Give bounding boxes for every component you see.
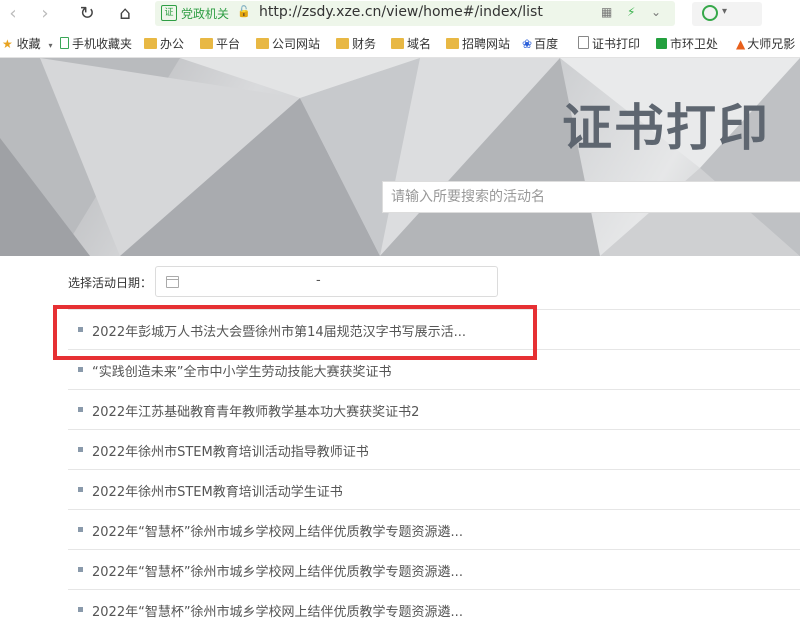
bullet-icon	[78, 487, 83, 492]
folder-icon	[336, 38, 349, 49]
bookmark-office[interactable]: 办公	[144, 36, 184, 52]
bullet-icon	[78, 567, 83, 572]
activity-search-input[interactable]	[382, 181, 800, 213]
activity-link[interactable]: 2022年徐州市STEM教育培训活动指导教师证书	[92, 441, 369, 460]
activity-link[interactable]: 2022年“智慧杯”徐州市城乡学校网上结伴优质教学专题资源遴...	[92, 561, 463, 580]
page-title: 证书打印	[562, 99, 770, 157]
activity-link[interactable]: 2022年江苏基础教育青年教师教学基本功大赛获奖证书2	[92, 401, 419, 420]
url-text[interactable]: http://zsdy.xze.cn/view/home#/index/list	[259, 4, 543, 20]
chevron-down-icon: ▾	[722, 6, 728, 17]
dropdown-chevron-icon[interactable]: ⌄	[651, 5, 661, 19]
bookmark-cert-print[interactable]: 证书打印	[578, 36, 640, 52]
certificate-icon[interactable]: 证	[161, 5, 177, 21]
list-item[interactable]: 2022年徐州市STEM教育培训活动指导教师证书	[68, 429, 800, 469]
qr-code-icon[interactable]: ▦	[601, 5, 612, 19]
flame-icon: ▲	[736, 37, 746, 51]
refresh-icon[interactable]: ↻	[76, 3, 98, 25]
bookmark-recruitment[interactable]: 招聘网站	[446, 36, 510, 52]
bookmark-favorites[interactable]: ★ 收藏 ▾	[2, 36, 52, 54]
folder-icon	[144, 38, 157, 49]
address-bar[interactable]: 证 党政机关 🔓 http://zsdy.xze.cn/view/home#/i…	[155, 1, 675, 26]
bookmark-baidu[interactable]: ❀ 百度	[522, 36, 558, 52]
bookmark-dashixiong[interactable]: ▲ 大师兄影	[736, 36, 795, 52]
green-grid-icon	[656, 38, 667, 49]
folder-icon	[200, 38, 213, 49]
calendar-icon	[166, 276, 179, 288]
bullet-icon	[78, 367, 83, 372]
date-filter-label: 选择活动日期：	[68, 276, 153, 290]
bullet-icon	[78, 447, 83, 452]
home-icon[interactable]: ⌂	[114, 3, 136, 25]
list-item[interactable]: 2022年“智慧杯”徐州市城乡学校网上结伴优质教学专题资源遴...	[68, 509, 800, 549]
date-range-picker[interactable]: -	[155, 266, 498, 297]
activity-link[interactable]: 2022年“智慧杯”徐州市城乡学校网上结伴优质教学专题资源遴...	[92, 521, 463, 540]
bookmark-platform[interactable]: 平台	[200, 36, 240, 52]
bookmarks-bar: ★ 收藏 ▾ 手机收藏夹 办公 平台 公司网站 财务 域名 招聘网站 ❀ 百度 证…	[0, 31, 800, 58]
folder-icon	[446, 38, 459, 49]
date-range-separator: -	[316, 273, 321, 288]
insecure-lock-icon[interactable]: 🔓	[237, 5, 251, 18]
page-icon	[578, 36, 589, 49]
activity-link[interactable]: “实践创造未来”全市中小学生劳动技能大赛获奖证书	[92, 361, 391, 380]
back-icon[interactable]: ‹	[2, 3, 24, 25]
list-item[interactable]: 2022年“智慧杯”徐州市城乡学校网上结伴优质教学专题资源遴...	[68, 589, 800, 629]
header-banner: 证书打印	[0, 58, 800, 256]
bullet-icon	[78, 607, 83, 612]
browser-toolbar: ‹ › ↻ ⌂ 证 党政机关 🔓 http://zsdy.xze.cn/view…	[0, 0, 800, 30]
bullet-icon	[78, 527, 83, 532]
search-engine-button[interactable]: ▾	[692, 2, 762, 26]
speed-bolt-icon[interactable]: ⚡	[627, 5, 635, 19]
list-item[interactable]: 2022年徐州市STEM教育培训活动学生证书	[68, 469, 800, 509]
search-engine-icon	[702, 5, 718, 21]
site-identity[interactable]: 党政机关	[181, 5, 229, 22]
star-icon: ★	[2, 37, 13, 51]
bullet-icon	[78, 407, 83, 412]
folder-icon	[256, 38, 269, 49]
phone-icon	[60, 37, 69, 49]
bookmark-domain[interactable]: 域名	[391, 36, 431, 52]
list-item[interactable]: 2022年江苏基础教育青年教师教学基本功大赛获奖证书2	[68, 389, 800, 429]
folder-icon	[391, 38, 404, 49]
activity-link[interactable]: 2022年“智慧杯”徐州市城乡学校网上结伴优质教学专题资源遴...	[92, 601, 463, 620]
list-item[interactable]: 2022年“智慧杯”徐州市城乡学校网上结伴优质教学专题资源遴...	[68, 549, 800, 589]
bookmark-company-site[interactable]: 公司网站	[256, 36, 320, 52]
activity-link[interactable]: 2022年徐州市STEM教育培训活动学生证书	[92, 481, 343, 500]
forward-icon[interactable]: ›	[34, 3, 56, 25]
bookmark-mobile[interactable]: 手机收藏夹	[60, 36, 132, 52]
baidu-paw-icon: ❀	[522, 37, 533, 51]
bookmark-finance[interactable]: 财务	[336, 36, 376, 52]
bookmark-sanitation[interactable]: 市环卫处	[656, 36, 718, 52]
chevron-down-icon: ▾	[48, 41, 53, 50]
highlight-annotation-box	[53, 305, 537, 360]
